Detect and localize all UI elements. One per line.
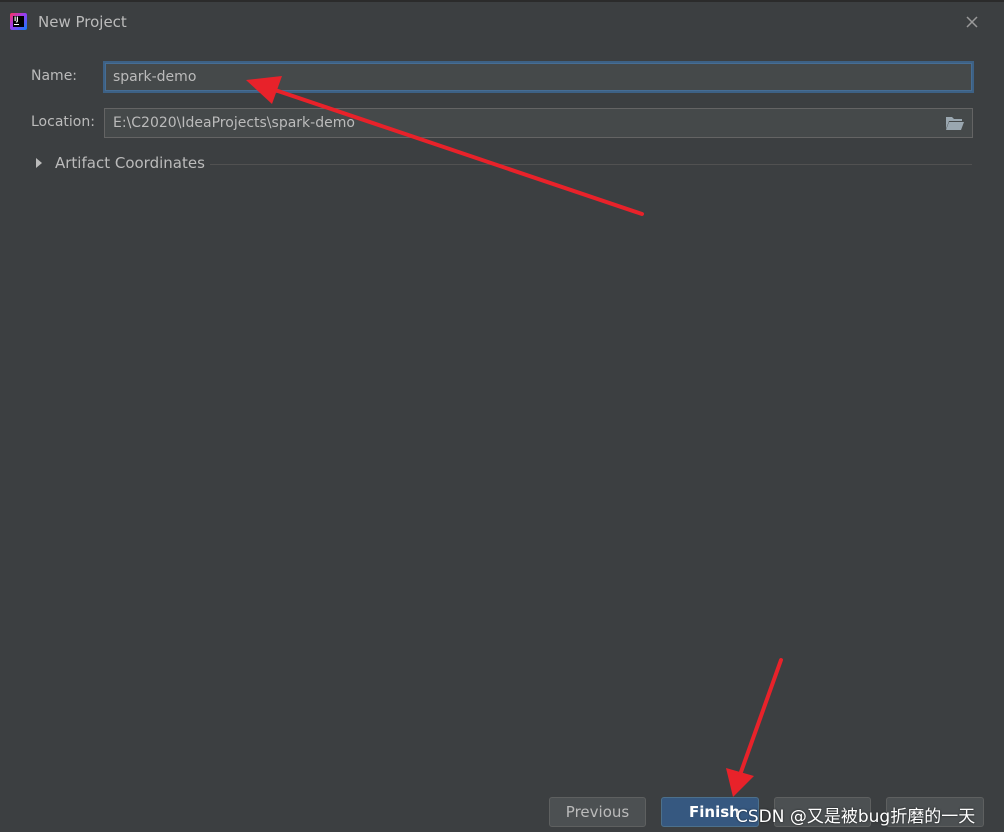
close-icon[interactable]: [962, 12, 982, 32]
name-label: Name:: [31, 68, 78, 84]
dialog-title: New Project: [38, 13, 127, 31]
name-input[interactable]: [103, 61, 974, 93]
previous-button[interactable]: Previous: [549, 797, 646, 827]
location-input[interactable]: [104, 108, 973, 138]
artifact-coordinates-label: Artifact Coordinates: [55, 154, 205, 172]
app-icon-text: IJ: [14, 16, 19, 23]
new-project-dialog: IJ New Project Name: Location: Artifact …: [0, 0, 1004, 832]
artifact-coordinates-toggle[interactable]: Artifact Coordinates: [34, 152, 974, 176]
arrow-to-name-field: [246, 76, 644, 216]
intellij-idea-logo-icon: IJ: [10, 13, 27, 30]
location-label: Location:: [31, 114, 95, 130]
csdn-watermark: CSDN @又是被bug折磨的一天: [736, 807, 976, 827]
arrow-to-finish-button: [726, 658, 783, 797]
title-bar: IJ New Project: [0, 2, 1004, 42]
section-divider: [210, 164, 972, 165]
browse-folder-icon[interactable]: [945, 115, 965, 131]
expand-triangle-icon: [36, 158, 42, 168]
